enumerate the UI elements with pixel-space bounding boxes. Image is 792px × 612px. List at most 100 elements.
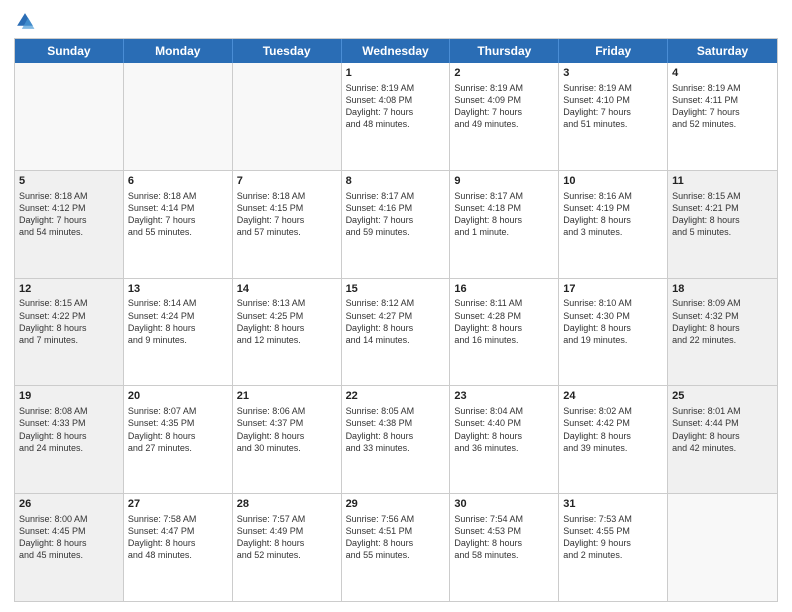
day-number: 30 (454, 497, 554, 512)
cell-info: Sunrise: 7:54 AMSunset: 4:53 PMDaylight:… (454, 513, 554, 562)
cell-info: Sunrise: 8:04 AMSunset: 4:40 PMDaylight:… (454, 405, 554, 454)
weekday-header: Tuesday (233, 39, 342, 63)
calendar-cell: 30Sunrise: 7:54 AMSunset: 4:53 PMDayligh… (450, 494, 559, 601)
day-number: 10 (563, 174, 663, 189)
calendar-week-row: 5Sunrise: 8:18 AMSunset: 4:12 PMDaylight… (15, 170, 777, 278)
cell-info: Sunrise: 8:06 AMSunset: 4:37 PMDaylight:… (237, 405, 337, 454)
day-number: 29 (346, 497, 446, 512)
calendar-cell: 16Sunrise: 8:11 AMSunset: 4:28 PMDayligh… (450, 279, 559, 386)
weekday-header: Sunday (15, 39, 124, 63)
calendar-cell: 24Sunrise: 8:02 AMSunset: 4:42 PMDayligh… (559, 386, 668, 493)
calendar-cell: 20Sunrise: 8:07 AMSunset: 4:35 PMDayligh… (124, 386, 233, 493)
calendar-cell (15, 63, 124, 170)
calendar-cell: 18Sunrise: 8:09 AMSunset: 4:32 PMDayligh… (668, 279, 777, 386)
cell-info: Sunrise: 8:13 AMSunset: 4:25 PMDaylight:… (237, 297, 337, 346)
calendar-cell: 3Sunrise: 8:19 AMSunset: 4:10 PMDaylight… (559, 63, 668, 170)
calendar-week-row: 19Sunrise: 8:08 AMSunset: 4:33 PMDayligh… (15, 385, 777, 493)
cell-info: Sunrise: 8:02 AMSunset: 4:42 PMDaylight:… (563, 405, 663, 454)
day-number: 3 (563, 66, 663, 81)
day-number: 21 (237, 389, 337, 404)
weekday-header: Thursday (450, 39, 559, 63)
cell-info: Sunrise: 8:07 AMSunset: 4:35 PMDaylight:… (128, 405, 228, 454)
calendar-week-row: 1Sunrise: 8:19 AMSunset: 4:08 PMDaylight… (15, 63, 777, 170)
cell-info: Sunrise: 8:05 AMSunset: 4:38 PMDaylight:… (346, 405, 446, 454)
cell-info: Sunrise: 8:19 AMSunset: 4:09 PMDaylight:… (454, 82, 554, 131)
cell-info: Sunrise: 8:15 AMSunset: 4:22 PMDaylight:… (19, 297, 119, 346)
cell-info: Sunrise: 8:18 AMSunset: 4:12 PMDaylight:… (19, 190, 119, 239)
calendar-cell: 8Sunrise: 8:17 AMSunset: 4:16 PMDaylight… (342, 171, 451, 278)
day-number: 25 (672, 389, 773, 404)
cell-info: Sunrise: 8:17 AMSunset: 4:16 PMDaylight:… (346, 190, 446, 239)
calendar-week-row: 12Sunrise: 8:15 AMSunset: 4:22 PMDayligh… (15, 278, 777, 386)
calendar-cell: 11Sunrise: 8:15 AMSunset: 4:21 PMDayligh… (668, 171, 777, 278)
weekday-header: Wednesday (342, 39, 451, 63)
cell-info: Sunrise: 8:12 AMSunset: 4:27 PMDaylight:… (346, 297, 446, 346)
cell-info: Sunrise: 8:08 AMSunset: 4:33 PMDaylight:… (19, 405, 119, 454)
calendar-cell: 27Sunrise: 7:58 AMSunset: 4:47 PMDayligh… (124, 494, 233, 601)
day-number: 16 (454, 282, 554, 297)
day-number: 11 (672, 174, 773, 189)
logo (14, 10, 40, 32)
calendar-cell: 23Sunrise: 8:04 AMSunset: 4:40 PMDayligh… (450, 386, 559, 493)
calendar-body: 1Sunrise: 8:19 AMSunset: 4:08 PMDaylight… (15, 63, 777, 601)
calendar-cell: 6Sunrise: 8:18 AMSunset: 4:14 PMDaylight… (124, 171, 233, 278)
day-number: 15 (346, 282, 446, 297)
calendar-cell: 17Sunrise: 8:10 AMSunset: 4:30 PMDayligh… (559, 279, 668, 386)
calendar-cell: 12Sunrise: 8:15 AMSunset: 4:22 PMDayligh… (15, 279, 124, 386)
day-number: 9 (454, 174, 554, 189)
calendar-cell (668, 494, 777, 601)
calendar-cell: 4Sunrise: 8:19 AMSunset: 4:11 PMDaylight… (668, 63, 777, 170)
calendar-cell: 25Sunrise: 8:01 AMSunset: 4:44 PMDayligh… (668, 386, 777, 493)
logo-icon (14, 10, 36, 32)
day-number: 1 (346, 66, 446, 81)
cell-info: Sunrise: 8:19 AMSunset: 4:10 PMDaylight:… (563, 82, 663, 131)
day-number: 4 (672, 66, 773, 81)
calendar-cell: 21Sunrise: 8:06 AMSunset: 4:37 PMDayligh… (233, 386, 342, 493)
calendar-cell: 29Sunrise: 7:56 AMSunset: 4:51 PMDayligh… (342, 494, 451, 601)
calendar-cell: 7Sunrise: 8:18 AMSunset: 4:15 PMDaylight… (233, 171, 342, 278)
day-number: 6 (128, 174, 228, 189)
weekday-header: Friday (559, 39, 668, 63)
cell-info: Sunrise: 8:01 AMSunset: 4:44 PMDaylight:… (672, 405, 773, 454)
calendar-cell: 9Sunrise: 8:17 AMSunset: 4:18 PMDaylight… (450, 171, 559, 278)
calendar-cell: 13Sunrise: 8:14 AMSunset: 4:24 PMDayligh… (124, 279, 233, 386)
cell-info: Sunrise: 8:19 AMSunset: 4:08 PMDaylight:… (346, 82, 446, 131)
cell-info: Sunrise: 8:19 AMSunset: 4:11 PMDaylight:… (672, 82, 773, 131)
cell-info: Sunrise: 7:56 AMSunset: 4:51 PMDaylight:… (346, 513, 446, 562)
day-number: 14 (237, 282, 337, 297)
calendar-cell: 26Sunrise: 8:00 AMSunset: 4:45 PMDayligh… (15, 494, 124, 601)
day-number: 28 (237, 497, 337, 512)
cell-info: Sunrise: 7:58 AMSunset: 4:47 PMDaylight:… (128, 513, 228, 562)
cell-info: Sunrise: 8:16 AMSunset: 4:19 PMDaylight:… (563, 190, 663, 239)
calendar-cell: 19Sunrise: 8:08 AMSunset: 4:33 PMDayligh… (15, 386, 124, 493)
cell-info: Sunrise: 8:15 AMSunset: 4:21 PMDaylight:… (672, 190, 773, 239)
cell-info: Sunrise: 8:18 AMSunset: 4:15 PMDaylight:… (237, 190, 337, 239)
day-number: 5 (19, 174, 119, 189)
calendar-cell: 1Sunrise: 8:19 AMSunset: 4:08 PMDaylight… (342, 63, 451, 170)
calendar: SundayMondayTuesdayWednesdayThursdayFrid… (14, 38, 778, 602)
calendar-cell: 28Sunrise: 7:57 AMSunset: 4:49 PMDayligh… (233, 494, 342, 601)
calendar-cell: 10Sunrise: 8:16 AMSunset: 4:19 PMDayligh… (559, 171, 668, 278)
cell-info: Sunrise: 8:10 AMSunset: 4:30 PMDaylight:… (563, 297, 663, 346)
calendar-cell: 31Sunrise: 7:53 AMSunset: 4:55 PMDayligh… (559, 494, 668, 601)
weekday-header: Saturday (668, 39, 777, 63)
day-number: 31 (563, 497, 663, 512)
calendar-header: SundayMondayTuesdayWednesdayThursdayFrid… (15, 39, 777, 63)
day-number: 12 (19, 282, 119, 297)
calendar-week-row: 26Sunrise: 8:00 AMSunset: 4:45 PMDayligh… (15, 493, 777, 601)
day-number: 23 (454, 389, 554, 404)
page: SundayMondayTuesdayWednesdayThursdayFrid… (0, 0, 792, 612)
weekday-header: Monday (124, 39, 233, 63)
day-number: 27 (128, 497, 228, 512)
calendar-cell: 15Sunrise: 8:12 AMSunset: 4:27 PMDayligh… (342, 279, 451, 386)
cell-info: Sunrise: 8:09 AMSunset: 4:32 PMDaylight:… (672, 297, 773, 346)
day-number: 13 (128, 282, 228, 297)
day-number: 26 (19, 497, 119, 512)
day-number: 7 (237, 174, 337, 189)
cell-info: Sunrise: 8:11 AMSunset: 4:28 PMDaylight:… (454, 297, 554, 346)
cell-info: Sunrise: 8:14 AMSunset: 4:24 PMDaylight:… (128, 297, 228, 346)
cell-info: Sunrise: 7:53 AMSunset: 4:55 PMDaylight:… (563, 513, 663, 562)
cell-info: Sunrise: 8:17 AMSunset: 4:18 PMDaylight:… (454, 190, 554, 239)
day-number: 19 (19, 389, 119, 404)
calendar-cell (124, 63, 233, 170)
